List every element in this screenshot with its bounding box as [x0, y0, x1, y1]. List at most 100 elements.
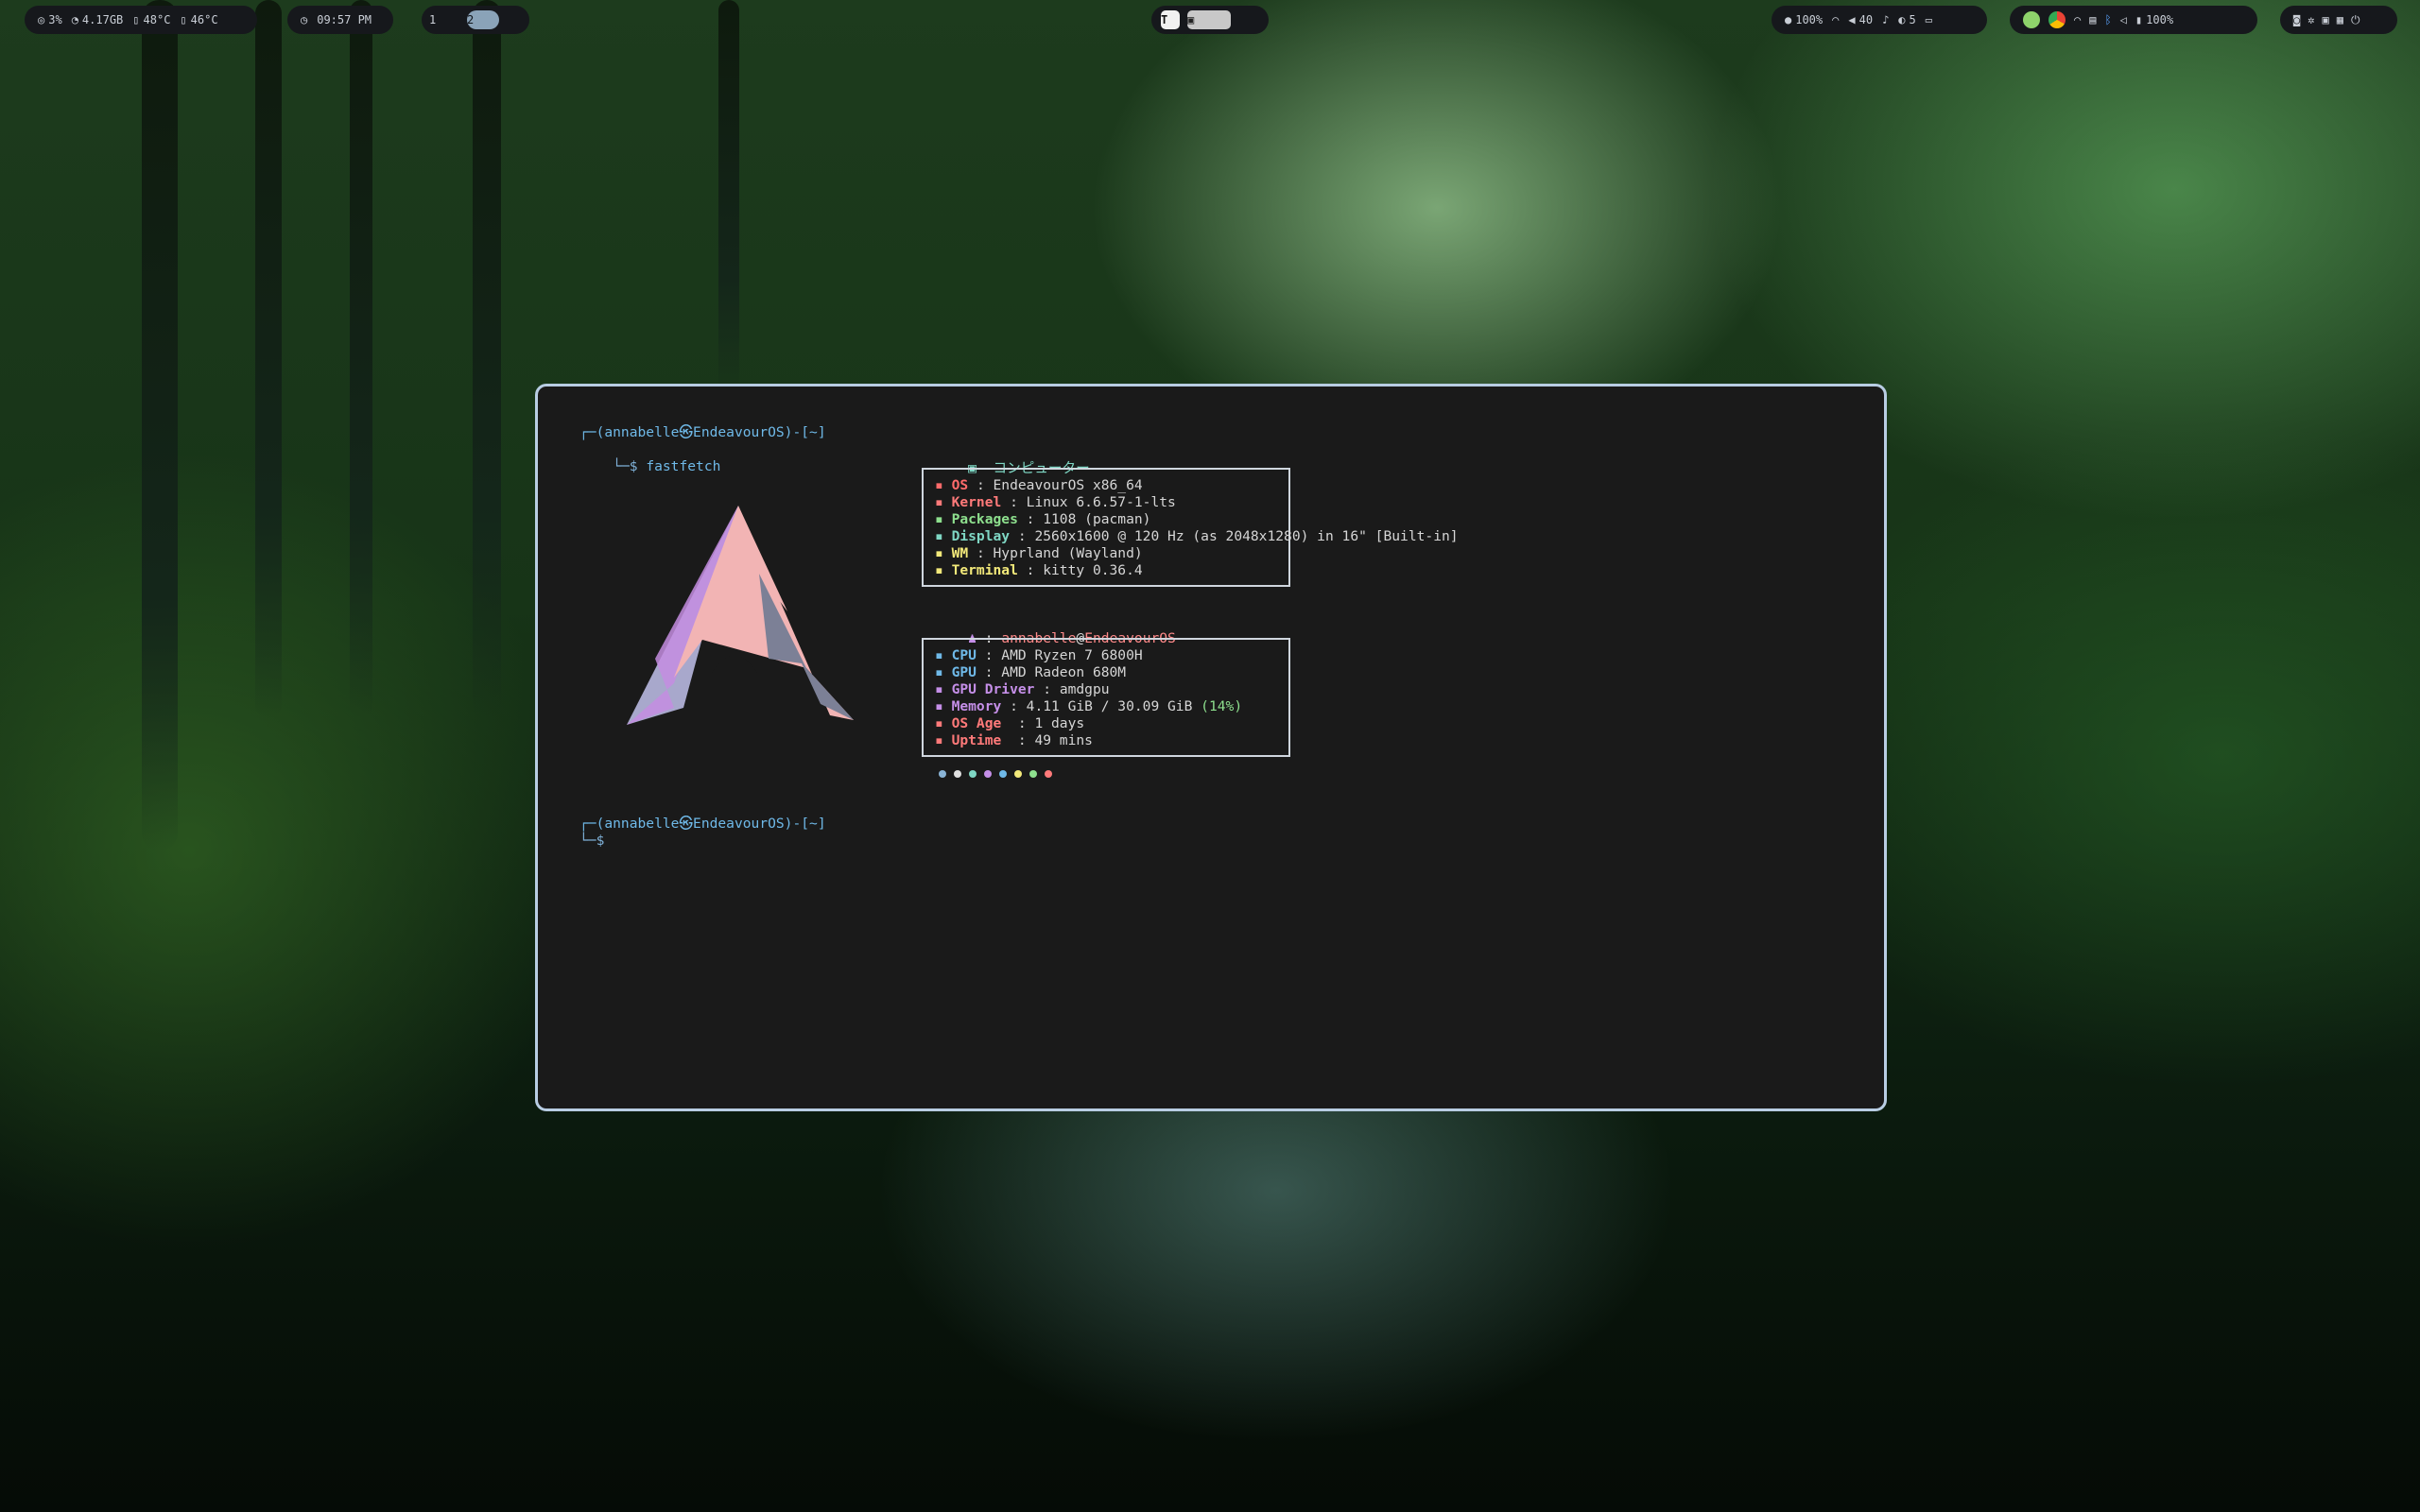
hardware-info-sep: :	[976, 664, 1002, 680]
system-info-row: ▪ Kernel : Linux 6.6.57-1-lts	[935, 494, 1176, 511]
hardware-info-sep: :	[1001, 715, 1035, 731]
palette-dot	[1014, 770, 1022, 778]
clock-icon: ◷	[301, 13, 308, 26]
hardware-info-percent: (14%)	[1192, 698, 1243, 714]
hardware-info-key: Uptime	[951, 732, 1002, 748]
bullet-icon: ▪	[935, 715, 952, 731]
controls-pill: ● 100% ◠ ◀ 40 ♪ ◐ 5 ▭	[1772, 6, 1987, 34]
background-tree	[142, 0, 178, 850]
clock-pill[interactable]: ◷ 09:57 PM	[287, 6, 393, 34]
bullet-icon: ▪	[935, 647, 952, 663]
tray-pill: ◠ ▤ ᛒ ◁ ▮ 100%	[2010, 6, 2257, 34]
hardware-info-sep: :	[976, 647, 1002, 663]
bullet-icon: ▪	[935, 562, 952, 578]
system-info-key: WM	[951, 545, 969, 561]
text-app-icon[interactable]: T	[1161, 10, 1180, 29]
system-stats-pill[interactable]: ◎ 3% ◔ 4.17GB ▯ 48°C ▯ 46°C	[25, 6, 257, 34]
palette-dot	[1029, 770, 1037, 778]
hardware-info-value: 49 mins	[1034, 732, 1093, 748]
power-pill: ◙ ✲ ▣ ▦ ⏻	[2280, 6, 2397, 34]
command-text: fastfetch	[646, 458, 721, 474]
system-info-key: Packages	[951, 511, 1018, 527]
palette-dot	[954, 770, 961, 778]
prompt-prefix: └─$	[613, 458, 638, 474]
system-info-value: 2560x1600 @ 120 Hz (as 2048x1280) in 16"…	[1034, 528, 1459, 544]
windows-icon[interactable]: ▦	[2337, 13, 2343, 26]
system-info-key: Display	[951, 528, 1011, 544]
bullet-icon: ▪	[935, 664, 952, 680]
temp2-stat: ▯ 46°C	[180, 13, 218, 26]
brightness-control[interactable]: ● 100%	[1785, 13, 1823, 26]
system-info-value: Linux 6.6.57-1-lts	[1026, 494, 1176, 510]
system-info-row: ▪ Packages : 1108 (pacman)	[935, 511, 1150, 528]
bullet-icon: ▪	[935, 545, 952, 561]
system-info-key: OS	[951, 477, 969, 493]
palette-dot	[939, 770, 946, 778]
bullet-icon: ▪	[935, 511, 952, 527]
clock-time: 09:57 PM	[317, 13, 372, 26]
disk-icon[interactable]: ▤	[2089, 13, 2096, 26]
terminal-window[interactable]: ┌─(annabelle㉿EndeavourOS)-[~] └─$ fastfe…	[535, 384, 1887, 1111]
system-info-sep: :	[1017, 562, 1044, 578]
background-tree	[718, 0, 739, 397]
notifications-control[interactable]: ◐ 5	[1898, 13, 1915, 26]
system-info-sep: :	[968, 477, 994, 493]
send-icon[interactable]: ◁	[2120, 13, 2127, 26]
volume-control[interactable]: ◀ 40	[1848, 13, 1873, 26]
palette-dot	[1045, 770, 1052, 778]
system-info-sep: :	[1010, 528, 1035, 544]
command-line: └─$ fastfetch	[579, 441, 720, 492]
prompt-line: ┌─(annabelle㉿EndeavourOS)-[~]	[579, 424, 826, 440]
system-info-row: ▪ Terminal : kitty 0.36.4	[935, 562, 1143, 579]
bullet-icon: ▪	[935, 494, 952, 510]
hardware-info-row: ▪ Memory : 4.11 GiB / 30.09 GiB (14%)	[935, 698, 1242, 715]
memory-stat: ◔ 4.17GB	[71, 13, 124, 26]
screenshot-icon[interactable]: ▣	[2322, 13, 2328, 26]
cpu-stat: ◎ 3%	[38, 13, 62, 26]
background-tree	[350, 0, 372, 718]
system-info-key: Kernel	[951, 494, 1002, 510]
hardware-info-key: Memory	[951, 698, 1002, 714]
hardware-info-key: GPU Driver	[951, 681, 1035, 697]
settings-icon[interactable]: ✲	[2308, 13, 2314, 26]
power-icon[interactable]: ⏻	[2351, 13, 2360, 27]
hardware-info-value: amdgpu	[1059, 681, 1110, 697]
tray-app-icon[interactable]	[2023, 11, 2040, 28]
endeavouros-logo	[627, 506, 854, 725]
system-info-row: ▪ OS : EndeavourOS x86_64	[935, 477, 1143, 494]
wifi-tray-icon[interactable]: ◠	[2074, 13, 2081, 26]
hardware-info-value: AMD Radeon 680M	[1001, 664, 1127, 680]
hardware-info-row: ▪ Uptime : 49 mins	[935, 732, 1093, 749]
system-info-key: Terminal	[951, 562, 1018, 578]
system-info-row: ▪ Display : 2560x1600 @ 120 Hz (as 2048x…	[935, 528, 1459, 545]
wifi-icon[interactable]: ◠	[1832, 13, 1839, 26]
temp-stat: ▯ 48°C	[132, 13, 171, 26]
prompt-line-2: ┌─(annabelle㉿EndeavourOS)-[~]	[579, 816, 826, 832]
prompt-prefix-2: └─$	[579, 833, 605, 849]
system-info-value: EndeavourOS x86_64	[993, 477, 1143, 493]
chrome-icon[interactable]	[2048, 11, 2066, 28]
battery-indicator[interactable]: ▮ 100%	[2135, 13, 2173, 26]
hardware-info-key: OS Age	[951, 715, 1002, 731]
hardware-info-row: ▪ GPU Driver : amdgpu	[935, 681, 1110, 698]
bluetooth-icon[interactable]: ᛒ	[2104, 13, 2111, 26]
hardware-info-value: AMD Ryzen 7 6800H	[1001, 647, 1143, 663]
hardware-info-key: CPU	[951, 647, 977, 663]
workspace-1[interactable]: 1	[429, 10, 461, 29]
system-info-sep: :	[968, 545, 994, 561]
hardware-info-key: GPU	[951, 664, 977, 680]
hardware-info-value: 4.11 GiB / 30.09 GiB	[1026, 698, 1193, 714]
lock-icon[interactable]: ◙	[2293, 13, 2300, 26]
background-tree	[255, 0, 282, 718]
system-info-value: kitty 0.36.4	[1043, 562, 1143, 578]
workspace-2[interactable]: 2	[467, 10, 499, 29]
background-tree	[473, 0, 501, 718]
bullet-icon: ▪	[935, 698, 952, 714]
palette-dot	[984, 770, 992, 778]
bullet-icon: ▪	[935, 477, 952, 493]
keyboard-icon[interactable]: ▭	[1926, 13, 1932, 26]
bullet-icon: ▪	[935, 681, 952, 697]
hardware-info-sep: :	[1001, 698, 1027, 714]
mic-icon[interactable]: ♪	[1882, 13, 1889, 26]
cat-app-icon[interactable]: ▣	[1187, 10, 1231, 29]
